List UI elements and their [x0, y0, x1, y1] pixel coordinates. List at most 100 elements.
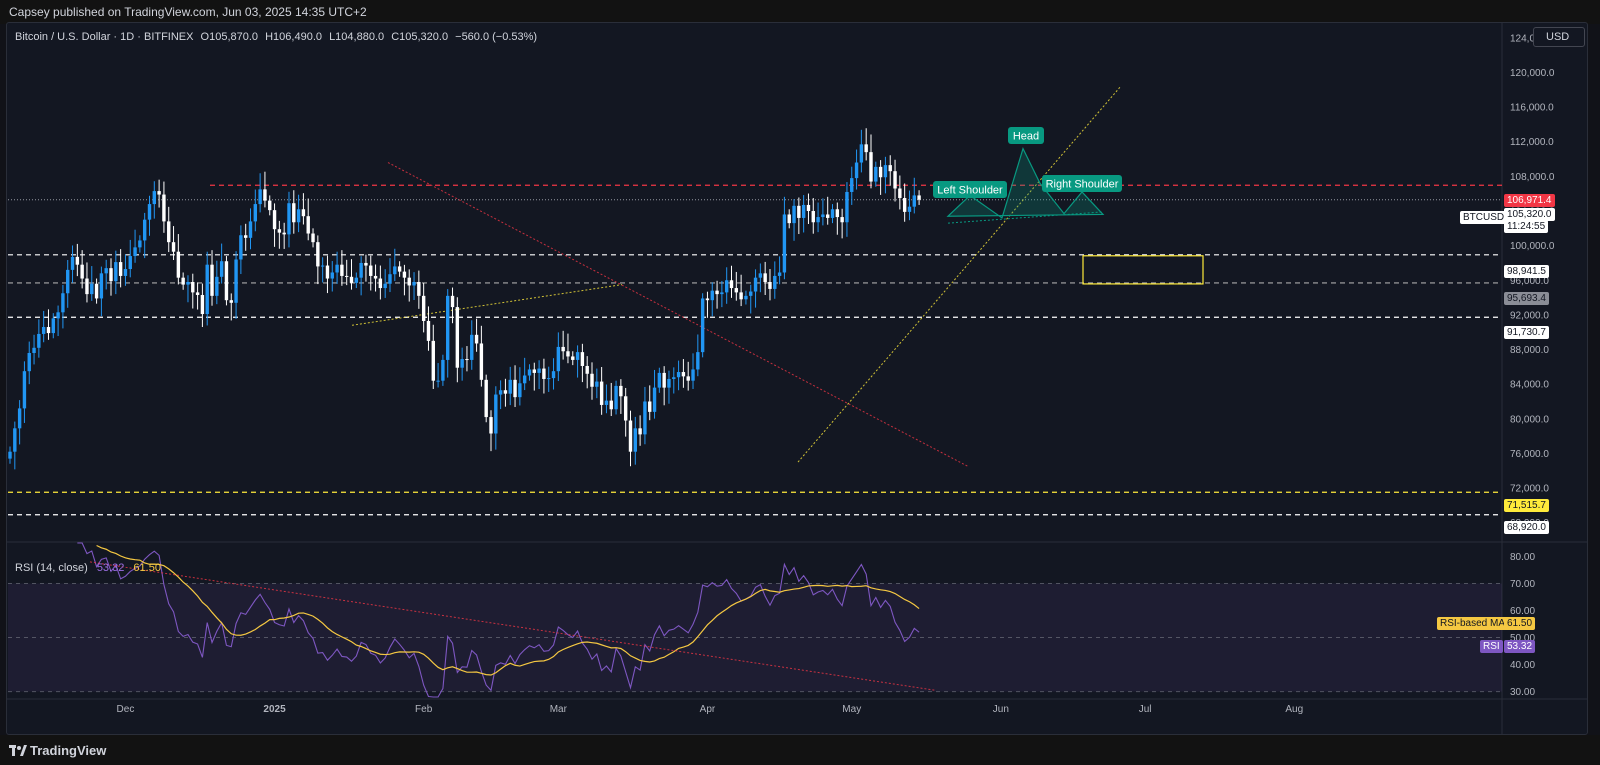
candle-body	[316, 242, 320, 267]
currency-button[interactable]: USD	[1533, 27, 1585, 47]
candle-body	[830, 209, 835, 218]
candle-body	[205, 264, 209, 315]
candle-body	[397, 266, 402, 272]
candle-body	[123, 269, 128, 276]
candle-body	[85, 278, 89, 295]
candle-body	[243, 235, 248, 238]
candle-body	[724, 280, 729, 293]
candle-body	[239, 235, 243, 260]
candle-body	[157, 191, 161, 195]
candle-body	[234, 259, 238, 303]
candle-body	[484, 379, 488, 418]
candle-body	[253, 204, 258, 222]
candle-body	[705, 298, 710, 301]
candle-body	[503, 390, 508, 394]
candle-body	[292, 203, 296, 223]
candle-body	[893, 171, 897, 189]
rsi-tick-label: 40.00	[1510, 660, 1535, 671]
price-tick-label: 88,000.0	[1510, 345, 1549, 356]
candle-body	[739, 292, 743, 300]
candle-body	[527, 369, 532, 376]
candle-body	[681, 372, 686, 377]
candle-body	[407, 277, 411, 286]
symbol-legend: Bitcoin / U.S. Dollar · 1D · BITFINEX O1…	[15, 31, 537, 43]
candle-body	[460, 359, 464, 368]
candle-body	[917, 195, 921, 200]
candle-body	[595, 381, 599, 387]
candlestick-chart[interactable]: 124,000.0120,000.0116,000.0112,000.0108,…	[0, 0, 1600, 765]
candle-body	[782, 214, 787, 273]
support-tag-4: 71,515.7	[1504, 499, 1549, 512]
candle-body	[287, 203, 291, 235]
candle-body	[556, 346, 561, 372]
candle-body	[354, 277, 359, 283]
candle-body	[585, 365, 589, 374]
candle-body	[518, 383, 522, 398]
candle-body	[859, 144, 864, 163]
candle-body	[638, 428, 642, 435]
candle-body	[296, 209, 301, 223]
candle-body	[345, 275, 349, 277]
candle-body	[431, 340, 435, 381]
candle-body	[797, 205, 801, 218]
candle-body	[330, 272, 334, 279]
candle-body	[590, 373, 594, 387]
price-tick-label: 72,000.0	[1510, 484, 1549, 495]
candle-body	[186, 282, 190, 285]
candle-body	[801, 204, 806, 218]
candle-body	[686, 376, 690, 381]
candle-body	[869, 152, 873, 182]
candle-body	[806, 204, 811, 212]
legend-low: L104,880.0	[329, 31, 385, 43]
candle-body	[551, 371, 556, 379]
candle-body	[282, 232, 286, 235]
candle-body	[826, 214, 830, 218]
candle-body	[109, 268, 113, 282]
candle-body	[773, 275, 777, 289]
candle-body	[547, 378, 551, 380]
candle-body	[821, 214, 825, 218]
tradingview-logo-icon	[9, 745, 27, 756]
candle-body	[195, 292, 200, 295]
candle-body	[614, 385, 618, 410]
candle-body	[51, 318, 55, 334]
candle-body	[854, 162, 859, 179]
price-tick-label: 100,000.0	[1510, 241, 1555, 252]
candle-body	[229, 300, 233, 303]
time-tick-label: Feb	[415, 704, 433, 715]
price-tick-label: 120,000.0	[1510, 68, 1555, 79]
pattern-label-text: Left Shoulder	[937, 185, 1003, 197]
candle-body	[513, 379, 517, 398]
candle-body	[787, 214, 791, 224]
candle-body	[715, 290, 719, 295]
candle-body	[777, 272, 782, 276]
candle-body	[340, 264, 344, 276]
rsi-legend-ma-value: 61.50	[133, 562, 161, 574]
candle-body	[691, 369, 695, 381]
candle-body	[643, 401, 647, 435]
candle-body	[657, 372, 662, 388]
candle-body	[90, 283, 94, 295]
candle-body	[749, 291, 753, 296]
candle-body	[210, 264, 214, 296]
candle-body	[171, 242, 176, 252]
candle-body	[758, 273, 763, 278]
candle-body	[17, 408, 22, 429]
rsi-tick-label: 60.00	[1510, 606, 1535, 617]
rsi-tick-label: 80.00	[1510, 552, 1535, 563]
candle-body	[874, 166, 878, 182]
price-tick-label: 80,000.0	[1510, 414, 1549, 425]
candle-body	[402, 271, 407, 278]
candle-body	[840, 217, 844, 223]
price-tick-label: 112,000.0	[1510, 137, 1554, 148]
candle-body	[489, 417, 493, 434]
candle-body	[114, 262, 118, 282]
price-tick-label: 76,000.0	[1510, 449, 1549, 460]
candle-body	[66, 269, 70, 294]
candle-body	[883, 165, 888, 178]
candle-body	[537, 368, 541, 373]
time-tick-label: Jun	[993, 704, 1009, 715]
candle-body	[46, 327, 51, 334]
candle-body	[383, 283, 387, 289]
candle-body	[763, 273, 767, 282]
